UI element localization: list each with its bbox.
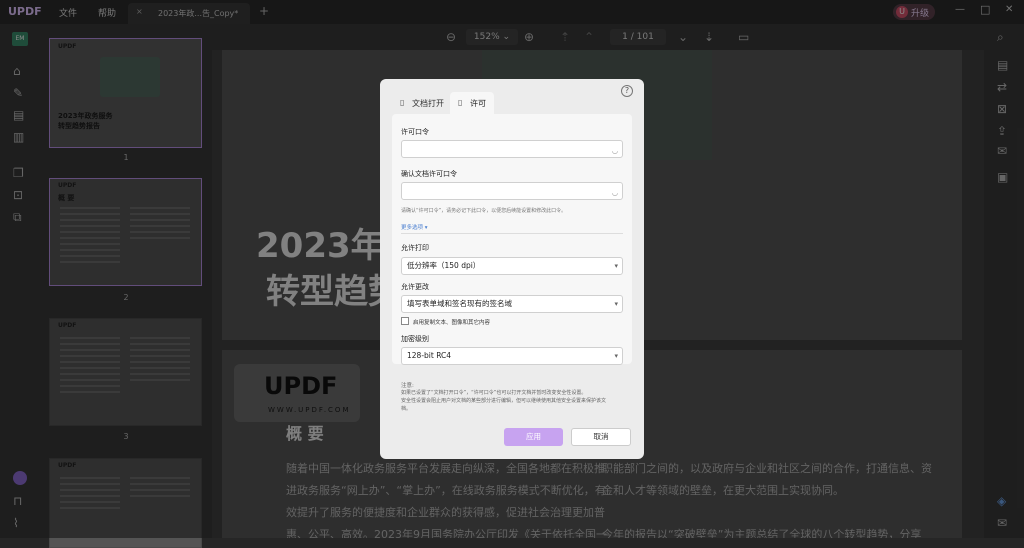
tab-permission[interactable]: ▯ 许可 — [450, 92, 494, 114]
enable-copy-checkbox[interactable] — [401, 317, 409, 325]
note-line-3: 档。 — [401, 406, 412, 412]
password-hint: 请确认“许可口令”，请务必记下此口令，以便您后续能设置和修改此口令。 — [401, 208, 567, 214]
allow-change-select[interactable]: 填写表单域和签名现有的签名域 — [401, 295, 623, 313]
note-title: 注意: — [401, 383, 414, 389]
more-options-link[interactable]: 更多选项 ▾ — [401, 223, 428, 231]
document-lock-icon: ▯ — [400, 98, 405, 107]
allow-print-select[interactable]: 低分辨率（150 dpi） — [401, 257, 623, 275]
eye-hidden-icon[interactable]: ◡ — [612, 185, 618, 201]
allow-print-label: 允许打印 — [401, 244, 429, 252]
allow-change-label: 允许更改 — [401, 283, 429, 291]
cancel-button[interactable]: 取消 — [571, 428, 631, 446]
enable-copy-label: 启用复制文本、图像和其它内容 — [413, 320, 491, 326]
permission-password-input[interactable]: ◡ — [401, 140, 623, 158]
permission-doc-icon: ▯ — [458, 98, 463, 107]
help-icon[interactable]: ? — [621, 85, 633, 97]
note-line-2: 安全性设置会阻止用户对文档的某些部分进行编辑，但可以继续使用其他安全设置来保护该… — [401, 398, 607, 404]
eye-hidden-icon[interactable]: ◡ — [612, 143, 618, 159]
more-options-label: 更多选项 — [401, 225, 424, 231]
confirm-password-input[interactable]: ◡ — [401, 182, 623, 200]
encryption-label: 加密级别 — [401, 335, 429, 343]
encryption-select[interactable]: 128-bit RC4 — [401, 347, 623, 365]
chevron-down-icon: ▾ — [424, 225, 428, 231]
note-line-1: 如果已设置了“文档打开口令”，“许可口令”也可以打开文档并暂时改变安全性设置。 — [401, 390, 587, 396]
tab-permission-label: 许可 — [470, 99, 486, 108]
tab-document-open-label: 文档打开 — [412, 99, 444, 108]
apply-button[interactable]: 应用 — [504, 428, 563, 446]
divider — [401, 233, 623, 234]
confirm-password-label: 确认文档许可口令 — [401, 170, 457, 178]
security-dialog: ? ▯ 文档打开 ▯ 许可 许可口令 ◡ 确认文档许可口令 ◡ 请确认“许可口令… — [380, 79, 644, 459]
permission-password-label: 许可口令 — [401, 128, 429, 136]
tab-document-open[interactable]: ▯ 文档打开 — [392, 92, 450, 114]
